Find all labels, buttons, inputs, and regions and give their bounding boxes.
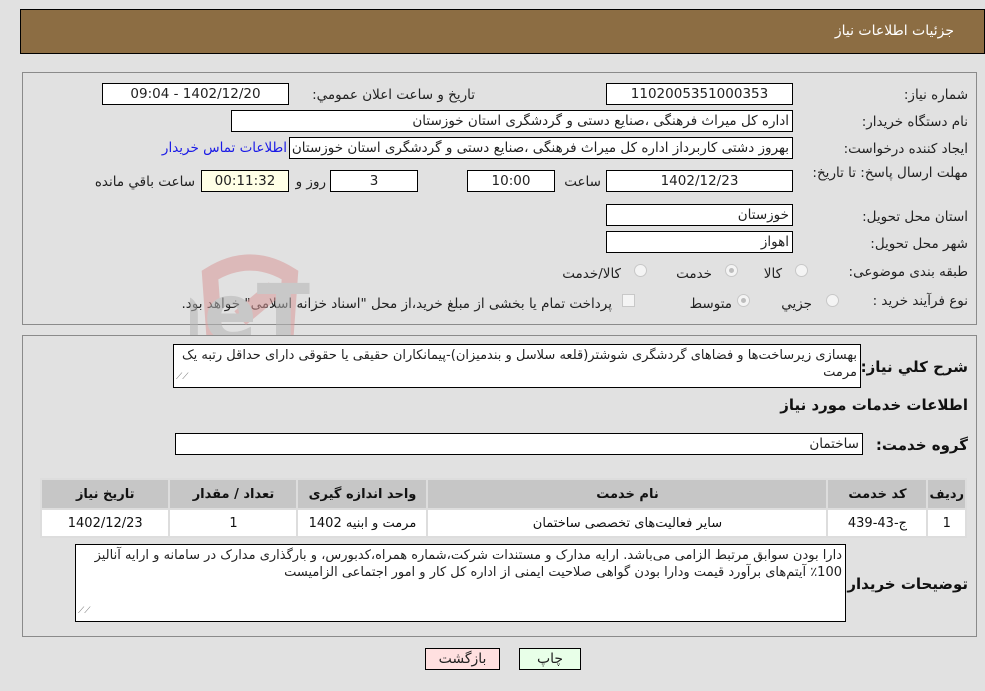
buyer-org-field[interactable]: اداره کل میراث فرهنگی ،صنایع دستی و گردش… <box>231 110 793 132</box>
col-quantity: تعداد / مقدار <box>170 480 297 508</box>
category-radio-goods[interactable] <box>795 264 808 277</box>
col-service-code: کد خدمت <box>828 480 927 508</box>
treasury-note: پرداخت تمام یا بخشی از مبلغ خرید،از محل … <box>181 296 612 312</box>
days-remaining-field[interactable]: 3 <box>330 170 418 192</box>
back-button[interactable]: بازگشت <box>425 648 500 670</box>
cell-service-name: سایر فعالیت‌های تخصصی ساختمان <box>428 510 827 536</box>
province-label: استان محل تحویل: <box>862 209 968 225</box>
services-table: ردیف کد خدمت نام خدمت واحد اندازه گیری ت… <box>40 478 967 538</box>
description-label: شرح کلي نیاز: <box>860 358 968 376</box>
table-header-row: ردیف کد خدمت نام خدمت واحد اندازه گیری ت… <box>42 480 965 508</box>
deadline-time-field[interactable]: 10:00 <box>467 170 555 192</box>
announce-datetime-label: تاریخ و ساعت اعلان عمومي: <box>312 87 475 103</box>
process-option-minor: جزيي <box>781 296 812 312</box>
page-header: جزئیات اطلاعات نیاز <box>20 9 985 54</box>
category-option-goods-service: کالا/خدمت <box>562 266 621 282</box>
cell-service-code: ج-43-439 <box>828 510 927 536</box>
col-need-date: تاریخ نیاز <box>42 480 169 508</box>
description-textarea[interactable]: بهسازی زیرساخت‌ها و فضاهای گردشگری شوشتر… <box>173 344 861 388</box>
announce-datetime-field[interactable]: 1402/12/20 - 09:04 <box>102 83 289 105</box>
table-row: 1 ج-43-439 سایر فعالیت‌های تخصصی ساختمان… <box>42 510 965 536</box>
need-number-label: شماره نیاز: <box>903 87 968 103</box>
buyer-notes-text: دارا بودن سوابق مرتبط الزامی می‌باشد. ار… <box>94 548 842 580</box>
col-unit: واحد اندازه گیری <box>298 480 427 508</box>
deadline-label: مهلت ارسال پاسخ: تا تاریخ: <box>812 165 968 181</box>
deadline-time-label: ساعت <box>564 174 601 190</box>
province-field[interactable]: خوزستان <box>606 204 793 226</box>
time-remaining-label: ساعت باقي مانده <box>94 174 195 190</box>
buyer-notes-label: توضیحات خریدار: <box>841 575 968 593</box>
resize-grip-icon[interactable]: ⟋⟋ <box>176 369 189 386</box>
description-text: بهسازی زیرساخت‌ها و فضاهای گردشگری شوشتر… <box>181 348 857 380</box>
services-heading: اطلاعات خدمات مورد نیاز <box>780 396 968 414</box>
col-row-number: ردیف <box>928 480 965 508</box>
city-field[interactable]: اهواز <box>606 231 793 253</box>
time-remaining-field: 00:11:32 <box>201 170 289 192</box>
days-label: روز و <box>295 174 326 190</box>
page-title: جزئیات اطلاعات نیاز <box>834 23 954 39</box>
category-radio-goods-service[interactable] <box>634 264 647 277</box>
service-group-field[interactable]: ساختمان <box>175 433 863 455</box>
cell-unit: مرمت و ابنیه 1402 <box>298 510 427 536</box>
print-button[interactable]: چاپ <box>519 648 581 670</box>
buyer-org-label: نام دستگاه خریدار: <box>861 114 968 130</box>
col-service-name: نام خدمت <box>428 480 827 508</box>
deadline-date-field[interactable]: 1402/12/23 <box>606 170 793 192</box>
cell-row-number: 1 <box>928 510 965 536</box>
buyer-notes-textarea[interactable]: دارا بودن سوابق مرتبط الزامی می‌باشد. ار… <box>75 544 846 622</box>
requester-field[interactable]: بهروز دشتی کاربرداز اداره کل میراث فرهنگ… <box>289 137 793 159</box>
category-option-goods: کالا <box>763 266 782 282</box>
resize-grip-icon[interactable]: ⟋⟋ <box>78 603 91 620</box>
process-type-label: نوع فرآیند خرید : <box>872 293 968 309</box>
buyer-contact-link[interactable]: اطلاعات تماس خریدار <box>162 140 287 156</box>
cell-quantity: 1 <box>170 510 297 536</box>
category-radio-service[interactable] <box>725 264 738 277</box>
process-option-medium: متوسط <box>689 296 732 312</box>
requester-label: ایجاد کننده درخواست: <box>843 141 968 157</box>
category-option-service: خدمت <box>676 266 712 282</box>
process-radio-minor[interactable] <box>826 294 839 307</box>
service-group-label: گروه خدمت: <box>875 436 968 454</box>
category-label: طبقه بندی موضوعی: <box>848 264 968 280</box>
city-label: شهر محل تحویل: <box>870 236 968 252</box>
process-radio-medium[interactable] <box>737 294 750 307</box>
treasury-checkbox[interactable] <box>622 294 635 307</box>
cell-need-date: 1402/12/23 <box>42 510 169 536</box>
need-number-field[interactable]: 1102005351000353 <box>606 83 793 105</box>
